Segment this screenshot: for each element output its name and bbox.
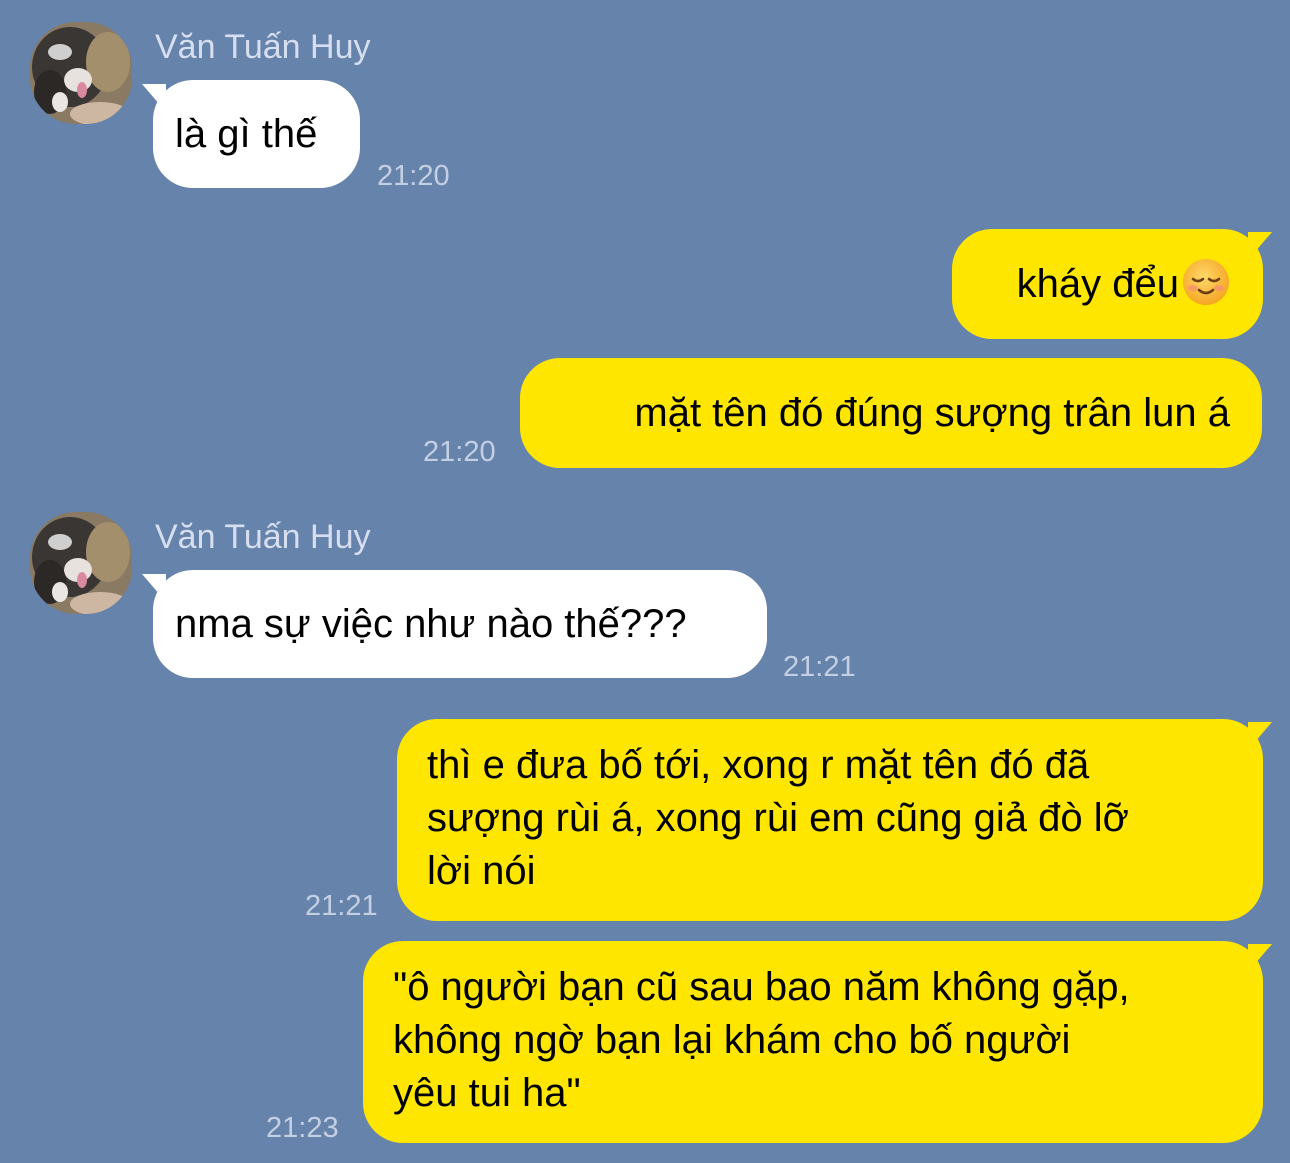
message-timestamp: 21:21 [305, 890, 378, 922]
message-text: mặt tên đó đúng sượng trân lun á [634, 390, 1230, 435]
message-line: sượng rùi á, xong rùi em cũng giả đò lỡ [427, 796, 1129, 840]
message-bubble-incoming[interactable]: nma sự việc như nào thế??? [153, 570, 767, 678]
smiling-face-icon [1183, 259, 1229, 305]
message-text: là gì thế [175, 111, 318, 156]
bubble-tail [1248, 232, 1272, 260]
avatar[interactable] [30, 512, 132, 614]
message-bubble-incoming[interactable]: là gì thế [153, 80, 360, 188]
chat-thread: Văn Tuấn Huy là gì thế 21:20 kháy đểu mặ… [0, 0, 1290, 1163]
message-line: không ngờ bạn lại khám cho bố người [393, 1018, 1071, 1062]
message-timestamp: 21:23 [266, 1112, 339, 1144]
message-text: nma sự việc như nào thế??? [175, 601, 687, 646]
message-bubble-outgoing[interactable]: kháy đểu [952, 229, 1263, 339]
sender-name: Văn Tuấn Huy [155, 28, 371, 66]
message-bubble-outgoing[interactable]: "ô người bạn cũ sau bao năm không gặp, k… [363, 941, 1263, 1143]
message-bubble-outgoing[interactable]: thì e đưa bố tới, xong r mặt tên đó đã s… [397, 719, 1263, 921]
message-line: thì e đưa bố tới, xong r mặt tên đó đã [427, 743, 1090, 787]
avatar[interactable] [30, 22, 132, 124]
bubble-tail [1248, 722, 1272, 750]
message-bubble-outgoing[interactable]: mặt tên đó đúng sượng trân lun á [520, 358, 1262, 468]
message-timestamp: 21:20 [377, 160, 450, 192]
message-line: "ô người bạn cũ sau bao năm không gặp, [393, 965, 1130, 1009]
avatar-photo-icon [30, 512, 132, 614]
message-text: kháy đểu [1016, 261, 1179, 306]
sender-name: Văn Tuấn Huy [155, 518, 371, 556]
message-line: lời nói [427, 849, 536, 893]
message-timestamp: 21:21 [783, 651, 856, 683]
message-timestamp: 21:20 [423, 436, 496, 468]
message-line: yêu tui ha" [393, 1071, 581, 1115]
bubble-tail [1248, 944, 1272, 972]
avatar-photo-icon [30, 22, 132, 124]
